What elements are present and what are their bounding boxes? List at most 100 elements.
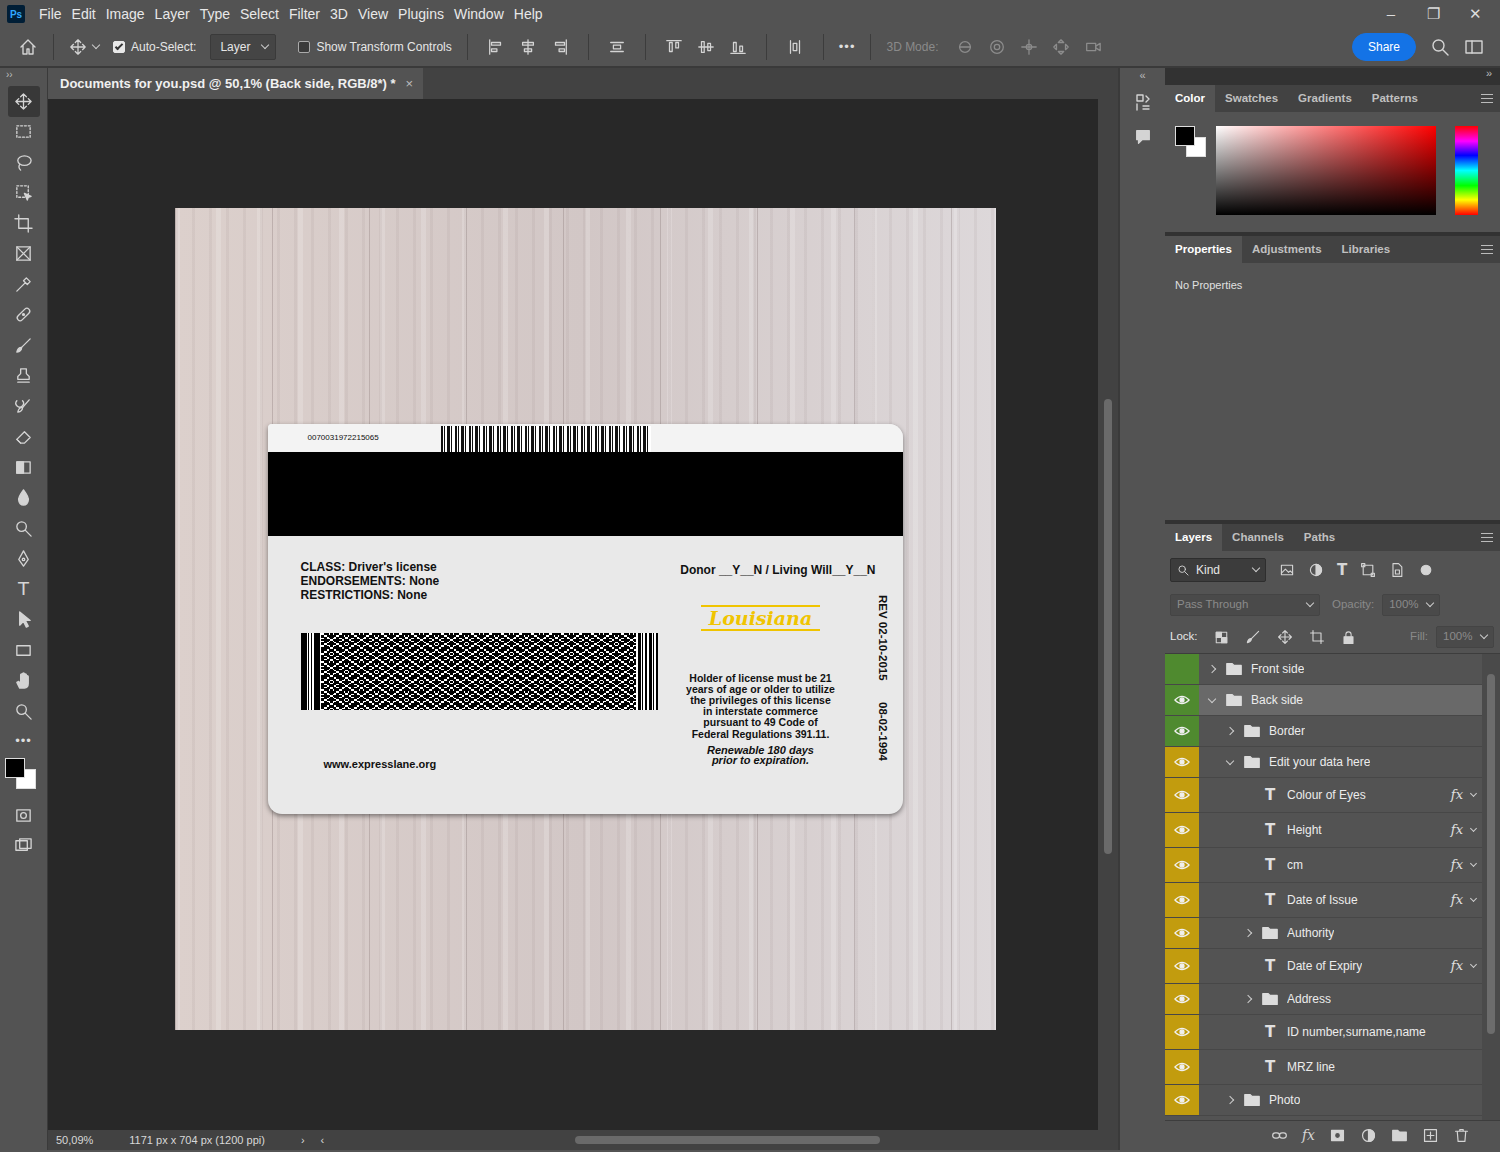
layer-row[interactable]: TMRZ line: [1165, 1050, 1482, 1085]
vertical-scrollbar[interactable]: [1098, 99, 1118, 1130]
adjustment-filter-icon[interactable]: [1308, 562, 1324, 578]
menu-item[interactable]: Plugins: [393, 4, 449, 25]
stamp-tool[interactable]: [8, 361, 40, 392]
lock-all-icon[interactable]: [1341, 630, 1356, 645]
panels-collapse-toggle[interactable]: »: [1165, 68, 1500, 81]
layer-body[interactable]: Back side: [1199, 685, 1482, 715]
layer-body[interactable]: TDate of Issuefx: [1199, 883, 1482, 917]
dodge-tool[interactable]: [8, 513, 40, 544]
app-logo[interactable]: Ps: [7, 5, 25, 23]
layer-color-label[interactable]: [1165, 778, 1199, 812]
expand-arrow[interactable]: [1226, 1096, 1234, 1104]
layer-row[interactable]: Address: [1165, 984, 1482, 1015]
layer-body[interactable]: TDate of Expiryfx: [1199, 949, 1482, 983]
move-tool[interactable]: [8, 86, 40, 117]
eye-icon[interactable]: [1174, 1059, 1190, 1075]
layer-body[interactable]: THeightfx: [1199, 813, 1482, 847]
dock-collapse-toggle[interactable]: «: [1120, 68, 1165, 84]
opacity-field[interactable]: 100%: [1382, 594, 1440, 616]
expand-arrow[interactable]: [1244, 995, 1252, 1003]
close-button[interactable]: ✕: [1454, 3, 1496, 26]
screen-mode-button[interactable]: [8, 831, 40, 862]
history-brush-tool[interactable]: [8, 391, 40, 422]
blur-tool[interactable]: [8, 483, 40, 514]
layer-effects-badge[interactable]: fx: [1451, 785, 1463, 805]
share-button[interactable]: Share: [1352, 33, 1416, 61]
layer-row[interactable]: TDate of Issuefx: [1165, 883, 1482, 918]
expand-arrow[interactable]: [1226, 727, 1234, 735]
layer-color-label[interactable]: [1165, 1050, 1199, 1084]
foreground-color-swatch[interactable]: [5, 758, 25, 778]
layer-body[interactable]: Photo: [1199, 1085, 1482, 1115]
document-tab[interactable]: Documents for you.psd @ 50,1% (Back side…: [48, 68, 423, 99]
layer-name[interactable]: MRZ line: [1287, 1058, 1335, 1076]
layer-name[interactable]: cm: [1287, 856, 1303, 874]
eye-icon[interactable]: [1174, 822, 1190, 838]
menu-item[interactable]: 3D: [325, 4, 353, 25]
type-filter-glyph[interactable]: T: [1337, 559, 1347, 582]
effects-expand-caret[interactable]: [1470, 961, 1477, 968]
layer-row[interactable]: Back side: [1165, 685, 1482, 716]
menu-item[interactable]: Edit: [67, 4, 101, 25]
layer-row[interactable]: Photo: [1165, 1085, 1482, 1116]
color-swatches[interactable]: [5, 758, 41, 794]
saturation-brightness-field[interactable]: [1216, 126, 1436, 215]
more-options-button[interactable]: •••: [839, 37, 856, 57]
distribute-vertical-icon[interactable]: [608, 38, 626, 56]
layer-name[interactable]: Date of Expiry: [1287, 957, 1362, 975]
auto-select-label[interactable]: Auto-Select:: [131, 38, 196, 56]
restore-button[interactable]: ❐: [1412, 3, 1454, 26]
opacity-value[interactable]: 100%: [1389, 596, 1418, 613]
frame-tool[interactable]: [8, 239, 40, 270]
layer-color-label[interactable]: [1165, 685, 1199, 715]
auto-select-checkbox[interactable]: [113, 41, 125, 53]
object-select-tool[interactable]: [8, 178, 40, 209]
layer-row[interactable]: TColour of Eyesfx: [1165, 778, 1482, 813]
gradient-tool[interactable]: [8, 452, 40, 483]
eye-icon[interactable]: [1174, 925, 1190, 941]
auto-select-target-dropdown[interactable]: Layer: [210, 34, 276, 60]
layer-body[interactable]: TMRZ line: [1199, 1050, 1482, 1084]
expand-arrow[interactable]: [1208, 665, 1216, 673]
layer-row[interactable]: THeightfx: [1165, 813, 1482, 848]
tool-preset-caret[interactable]: [92, 41, 100, 49]
close-document-button[interactable]: ×: [406, 74, 414, 94]
menu-item[interactable]: Layer: [150, 4, 195, 25]
fill-value[interactable]: 100%: [1443, 628, 1472, 645]
eye-icon[interactable]: [1174, 723, 1190, 739]
layer-color-label[interactable]: [1165, 747, 1199, 777]
eye-icon[interactable]: [1174, 1024, 1190, 1040]
layer-body[interactable]: Authority: [1199, 918, 1482, 948]
layer-effects-badge[interactable]: fx: [1451, 820, 1463, 840]
panel-tab[interactable]: Adjustments: [1242, 236, 1332, 263]
minimize-button[interactable]: –: [1370, 3, 1412, 26]
smart-object-filter-icon[interactable]: [1389, 562, 1405, 578]
quick-mask-button[interactable]: [8, 800, 40, 831]
layer-body[interactable]: Tcmfx: [1199, 848, 1482, 882]
filter-toggle-icon[interactable]: [1418, 562, 1434, 578]
comments-icon[interactable]: [1134, 128, 1152, 146]
layer-row[interactable]: TID number,surname,name: [1165, 1015, 1482, 1050]
align-top-icon[interactable]: [665, 38, 683, 56]
eye-icon[interactable]: [1174, 991, 1190, 1007]
layer-color-label[interactable]: [1165, 1015, 1199, 1049]
eye-icon[interactable]: [1174, 1092, 1190, 1108]
layer-effects-badge[interactable]: fx: [1451, 890, 1463, 910]
layer-row[interactable]: Front side: [1165, 654, 1482, 685]
history-icon[interactable]: [1133, 92, 1153, 112]
layer-name[interactable]: Front side: [1251, 660, 1304, 678]
filter-kind-label[interactable]: Kind: [1196, 561, 1247, 579]
eyedropper-tool[interactable]: [8, 269, 40, 300]
layer-row[interactable]: Tcmfx: [1165, 848, 1482, 883]
lasso-tool[interactable]: [8, 147, 40, 178]
layer-body[interactable]: Edit your data here: [1199, 747, 1482, 777]
hue-slider[interactable]: [1455, 126, 1478, 215]
layer-body[interactable]: Address: [1199, 984, 1482, 1014]
layer-row[interactable]: TDate of Expiryfx: [1165, 949, 1482, 984]
adjustment-icon[interactable]: [1360, 1127, 1377, 1144]
trash-icon[interactable]: [1453, 1127, 1470, 1144]
eye-icon[interactable]: [1174, 692, 1190, 708]
new-layer-icon[interactable]: [1422, 1127, 1439, 1144]
effects-expand-caret[interactable]: [1470, 825, 1477, 832]
effects-expand-caret[interactable]: [1470, 790, 1477, 797]
